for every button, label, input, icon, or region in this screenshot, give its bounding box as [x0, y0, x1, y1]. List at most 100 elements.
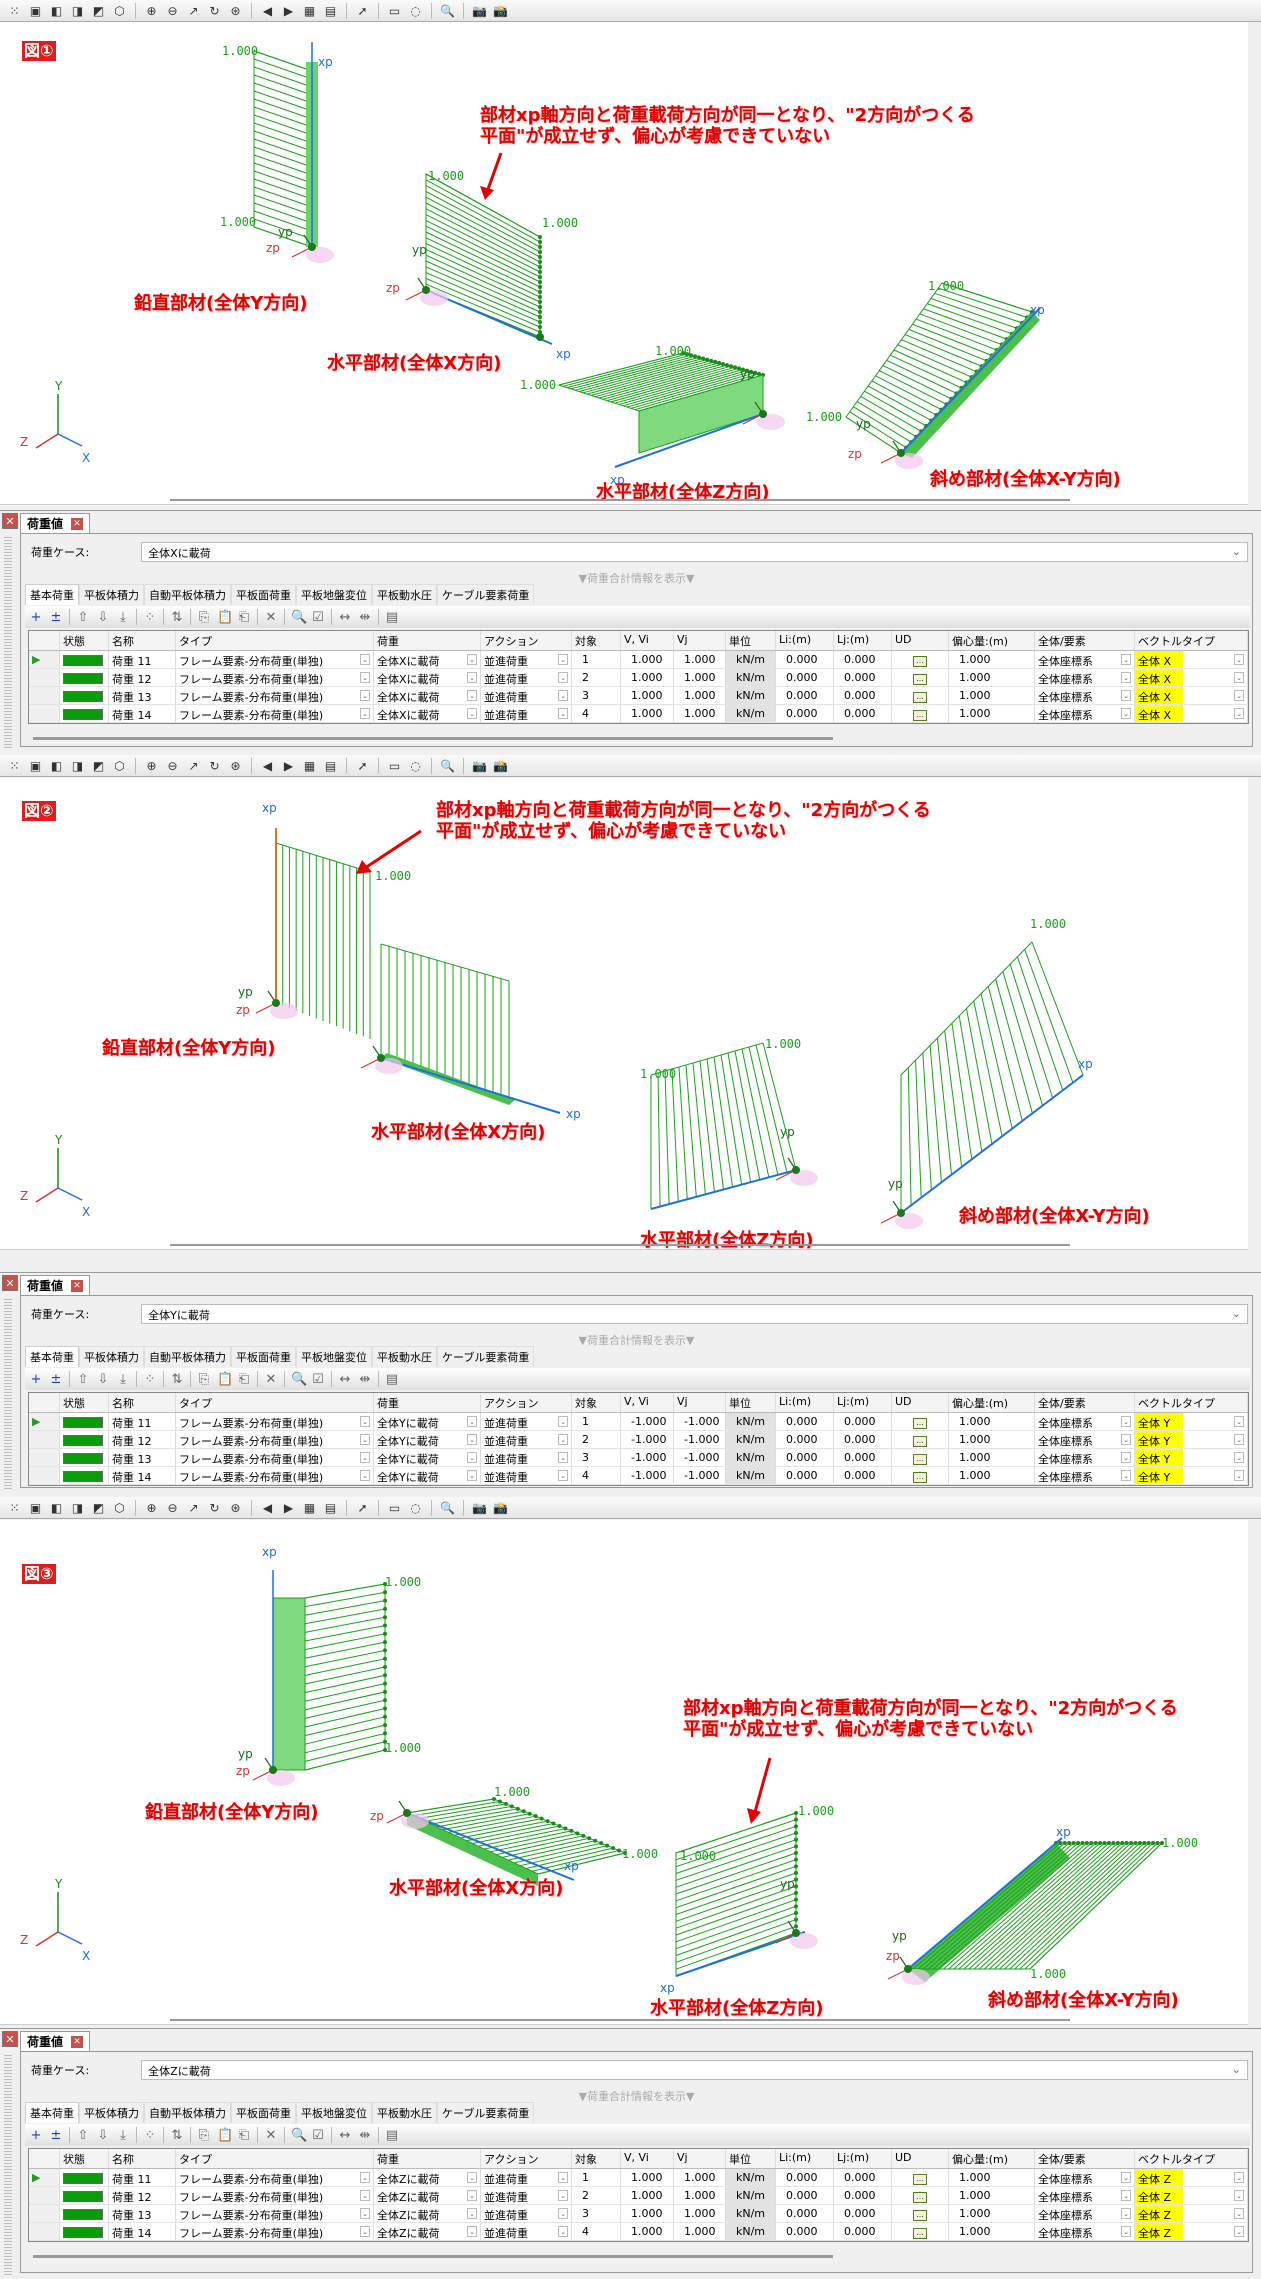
column-header[interactable]: UD — [892, 2149, 949, 2168]
dropdown-icon[interactable]: ⌄ — [558, 1416, 568, 1427]
cell[interactable] — [29, 1449, 60, 1466]
insert-row-icon[interactable]: ± — [49, 1372, 63, 1387]
cell[interactable]: 荷重 12 — [109, 2187, 176, 2204]
cell[interactable]: 0.000 — [834, 2187, 892, 2204]
select-all-icon[interactable]: ⁙ — [6, 2, 23, 19]
ud-button[interactable]: … — [913, 674, 927, 685]
dropdown-icon[interactable]: ⌄ — [467, 690, 477, 701]
fit-columns-icon[interactable]: ↔ — [338, 1372, 352, 1387]
column-header[interactable] — [29, 2149, 60, 2168]
cell[interactable]: … — [892, 1413, 949, 1430]
view-top-icon[interactable]: ◨ — [69, 2, 86, 19]
select-rect-icon[interactable]: ▭ — [386, 757, 403, 774]
search-icon[interactable]: 🔍 — [291, 610, 307, 625]
dropdown-icon[interactable]: ⌄ — [1234, 690, 1244, 701]
table-row[interactable]: 荷重 12 フレーム要素-分布荷重(単独) ⌄ 全体Xに載荷 ⌄ 並進荷重 ⌄ 2 1.000 1… — [29, 669, 1248, 687]
table-row[interactable]: 荷重 12 フレーム要素-分布荷重(単独) ⌄ 全体Zに載荷 ⌄ 並進荷重 ⌄ 2 1.000 1… — [29, 2187, 1248, 2205]
dropdown-icon[interactable]: ⌄ — [1121, 690, 1131, 701]
dropdown-icon[interactable]: ⌄ — [1121, 708, 1131, 719]
cell[interactable]: 全体 Z ⌄ — [1135, 2169, 1248, 2186]
paste-icon[interactable]: 📋 — [217, 610, 233, 625]
back-icon[interactable]: ◀ — [259, 2, 276, 19]
cell[interactable]: 1.000 — [949, 1467, 1035, 1484]
view-front-icon[interactable]: ◧ — [48, 2, 65, 19]
cell[interactable]: 荷重 14 — [109, 705, 176, 722]
tab-4[interactable]: 平板地盤変位 — [296, 1346, 372, 1367]
table-row[interactable]: ▶ 荷重 11 フレーム要素-分布荷重(単独) ⌄ 全体Zに載荷 ⌄ 並進荷重 ⌄ 1 1.000… — [29, 2169, 1248, 2187]
cell[interactable]: フレーム要素-分布荷重(単独) ⌄ — [176, 2187, 374, 2204]
dropdown-icon[interactable]: ⌄ — [467, 2208, 477, 2219]
dropdown-icon[interactable]: ⌄ — [360, 672, 370, 683]
table-row[interactable]: 荷重 14 フレーム要素-分布荷重(単独) ⌄ 全体Zに載荷 ⌄ 並進荷重 ⌄ 4 1.000 1… — [29, 2223, 1248, 2241]
camera-clip-icon[interactable]: 📸 — [492, 1499, 509, 1516]
cell[interactable]: 1.000 — [949, 651, 1035, 668]
capture-table-icon[interactable]: ▤ — [322, 2, 339, 19]
column-header[interactable]: 名称 — [109, 631, 176, 650]
move-up-icon[interactable]: ⇧ — [76, 1372, 90, 1387]
column-header[interactable]: UD — [892, 631, 949, 650]
cell[interactable]: 2 — [572, 1431, 621, 1448]
model-viewport-1[interactable]: 1.000 1.000 xp yp zp 1.000 1.000 yp zp xp 1.000 1.0… — [0, 22, 1248, 505]
cell[interactable] — [60, 687, 109, 704]
column-header[interactable]: 偏心量:(m) — [949, 1393, 1035, 1412]
cell[interactable] — [60, 1467, 109, 1484]
dropdown-icon[interactable]: ⌄ — [360, 2172, 370, 2183]
tab-close-icon[interactable]: ✕ — [71, 517, 84, 530]
cell[interactable]: 全体 Y ⌄ — [1135, 1431, 1248, 1448]
fit-columns-icon[interactable]: ↔ — [338, 2128, 352, 2143]
view-front-icon[interactable]: ◧ — [48, 1499, 65, 1516]
view-top-icon[interactable]: ◨ — [69, 1499, 86, 1516]
cell[interactable]: フレーム要素-分布荷重(単独) ⌄ — [176, 1449, 374, 1466]
dropdown-icon[interactable]: ⌄ — [1234, 1416, 1244, 1427]
cell[interactable]: 0.000 — [776, 669, 834, 686]
panel-tab[interactable]: 荷重値 ✕ — [20, 2031, 91, 2051]
dropdown-icon[interactable]: ⌄ — [558, 1434, 568, 1445]
cell[interactable]: -1.000 — [621, 1413, 674, 1430]
cell[interactable]: 1 — [572, 2169, 621, 2186]
delete-icon[interactable]: ✕ — [264, 610, 278, 625]
zoom-window-icon[interactable]: ⊕ — [143, 1499, 160, 1516]
dropdown-icon[interactable]: ⌄ — [1234, 1434, 1244, 1445]
dropdown-icon[interactable]: ⌄ — [558, 2190, 568, 2201]
select-rect-icon[interactable]: ▭ — [386, 1499, 403, 1516]
cell[interactable]: 全体座標系 ⌄ — [1035, 687, 1135, 704]
dropdown-icon[interactable]: ⌄ — [1121, 2208, 1131, 2219]
target-icon[interactable]: ⊛ — [227, 1499, 244, 1516]
cell[interactable]: kN/m — [726, 705, 776, 722]
cell[interactable]: … — [892, 687, 949, 704]
move-bottom-icon[interactable]: ⤓ — [116, 1372, 130, 1387]
cell[interactable]: フレーム要素-分布荷重(単独) ⌄ — [176, 1467, 374, 1484]
forward-icon[interactable]: ▶ — [280, 757, 297, 774]
cell[interactable]: 1.000 — [949, 705, 1035, 722]
cell[interactable]: ▶ — [29, 1413, 60, 1430]
ud-button[interactable]: … — [913, 656, 927, 667]
move-up-icon[interactable]: ⇧ — [76, 610, 90, 625]
cell[interactable]: 並進荷重 ⌄ — [481, 2223, 572, 2240]
cell[interactable]: 全体座標系 ⌄ — [1035, 1449, 1135, 1466]
cell[interactable]: 0.000 — [834, 687, 892, 704]
column-header[interactable]: 全体/要素 — [1035, 2149, 1135, 2168]
ud-button[interactable]: … — [913, 1472, 927, 1483]
view-top-icon[interactable]: ◨ — [69, 757, 86, 774]
cell[interactable]: … — [892, 1467, 949, 1484]
cell[interactable]: 全体Xに載荷 ⌄ — [374, 687, 481, 704]
ud-button[interactable]: … — [913, 2174, 927, 2185]
cell[interactable]: 1.000 — [621, 2205, 674, 2222]
select-pointer-icon[interactable]: ➚ — [354, 1499, 371, 1516]
cell[interactable]: 全体 Y ⌄ — [1135, 1413, 1248, 1430]
viewport-scrollbar[interactable] — [170, 1244, 1070, 1246]
cell[interactable]: 全体Zに載荷 ⌄ — [374, 2223, 481, 2240]
cell[interactable]: 荷重 11 — [109, 651, 176, 668]
cell[interactable]: フレーム要素-分布荷重(単独) ⌄ — [176, 705, 374, 722]
column-header[interactable]: 単位 — [726, 2149, 776, 2168]
table-row[interactable]: 荷重 14 フレーム要素-分布荷重(単独) ⌄ 全体Xに載荷 ⌄ 並進荷重 ⌄ 4 1.000 1… — [29, 705, 1248, 723]
cell[interactable]: 全体座標系 ⌄ — [1035, 1467, 1135, 1484]
table-scrollbar[interactable] — [33, 2255, 833, 2258]
cell[interactable]: 4 — [572, 705, 621, 722]
paste-icon[interactable]: 📋 — [217, 2128, 233, 2143]
cell[interactable]: 1.000 — [949, 1413, 1035, 1430]
cell[interactable]: 1 — [572, 1413, 621, 1430]
cell[interactable]: kN/m — [726, 2223, 776, 2240]
column-header[interactable]: アクション — [481, 2149, 572, 2168]
move-up-icon[interactable]: ⇧ — [76, 2128, 90, 2143]
